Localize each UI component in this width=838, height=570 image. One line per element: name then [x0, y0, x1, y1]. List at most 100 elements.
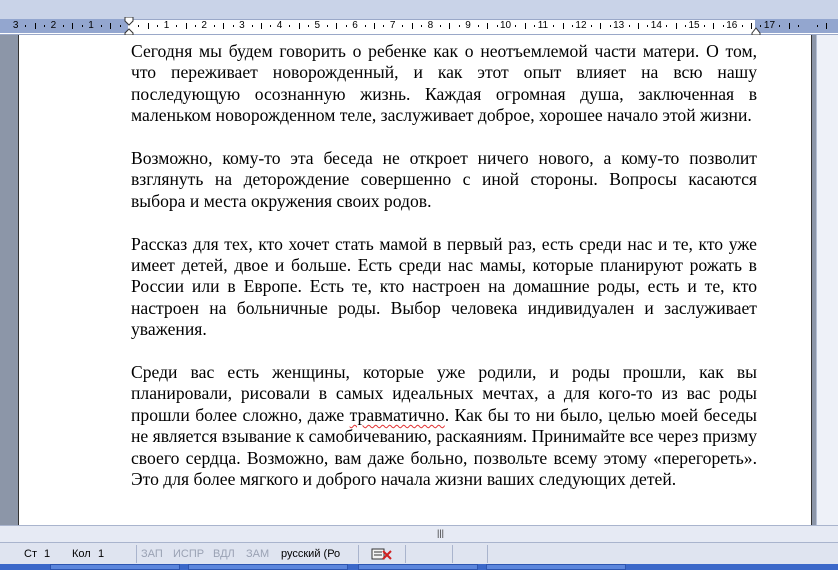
ruler-left-margin [0, 19, 128, 33]
status-track-changes[interactable]: ИСПР [173, 547, 204, 561]
taskbar[interactable] [0, 564, 838, 570]
ruler-tick-mark [72, 23, 73, 29]
paragraph-4[interactable]: Среди вас есть женщины, которые уже роди… [131, 362, 757, 490]
ruler-tick-mark [101, 25, 102, 27]
ruler-tick-label: 16 [726, 20, 738, 31]
ruler-tick-mark [742, 25, 743, 27]
paragraph-1[interactable]: Сегодня мы будем говорить о ребенке как … [131, 41, 757, 127]
ruler-tick-mark [723, 25, 724, 27]
ruler-tick-label: 13 [613, 20, 625, 31]
ruler-tick-mark [346, 25, 347, 27]
paragraph-3[interactable]: Рассказ для тех, кто хочет стать мамой в… [131, 234, 757, 341]
ruler-tick-mark [308, 25, 309, 27]
ruler-tick-mark [25, 25, 26, 27]
status-extend[interactable]: ВДЛ [213, 547, 235, 561]
ruler-tick-label: 12 [575, 20, 587, 31]
ruler-tick-mark [685, 25, 686, 27]
ruler-tick-mark [779, 25, 780, 27]
ruler-tick-mark [713, 23, 714, 29]
ruler-tick-mark [449, 23, 450, 29]
ruler-tick-label: 17 [763, 20, 776, 31]
ruler-tick-label: 2 [201, 20, 207, 31]
left-indent-marker-icon[interactable] [124, 17, 134, 35]
ruler-tick-label: 9 [465, 20, 471, 31]
page-label: Ст [24, 548, 37, 560]
ruler-tick-mark [289, 25, 290, 27]
ruler-tick-mark [120, 25, 121, 27]
ruler-tick-label: 3 [239, 20, 245, 31]
ruler-tick-label: 7 [389, 20, 396, 31]
misspelled-word[interactable]: травматично [350, 405, 445, 425]
ruler-tick-mark [421, 25, 422, 27]
ruler-tick-mark [252, 25, 253, 27]
status-rec[interactable]: ЗАП [141, 547, 163, 561]
ruler-tick-mark [534, 25, 535, 27]
ruler-tick-mark [600, 23, 601, 29]
ruler-tick-mark [826, 23, 827, 29]
ruler-tick-label: 11 [537, 20, 549, 31]
ruler-tick-mark [383, 25, 384, 27]
ruler-tick-mark [572, 25, 573, 27]
ruler-tick-mark [629, 25, 630, 27]
ruler-tick-mark [563, 23, 564, 29]
column-number: 1 [98, 548, 105, 560]
ruler-tick-label: 1 [163, 20, 170, 31]
ruler-tick-mark [525, 23, 526, 29]
status-divider [358, 545, 359, 563]
ruler-tick-mark [44, 25, 45, 27]
document-text[interactable]: Сегодня мы будем говорить о ребенке как … [131, 41, 757, 512]
status-divider [136, 545, 137, 563]
document-page[interactable]: Сегодня мы будем говорить о ребенке как … [18, 35, 812, 525]
ruler-tick-mark [138, 25, 139, 27]
ruler-tick-mark [270, 25, 271, 27]
ruler-tick-mark [327, 25, 328, 27]
ruler-tick-label: 2 [50, 20, 57, 31]
ruler-tick-label: 3 [12, 20, 19, 31]
vertical-scrollbar[interactable] [816, 35, 838, 525]
ruler-tick-mark [63, 25, 64, 27]
status-bar: Ст 1 Кол 1 ЗАП ИСПР ВДЛ ЗАМ русский (Ро [0, 542, 838, 565]
ruler-tick-label: 14 [650, 20, 662, 31]
horizontal-scrollbar[interactable]: ||| [0, 525, 838, 542]
ruler-tick-mark [676, 23, 677, 29]
ruler-tick-mark [440, 25, 441, 27]
column-label: Кол [72, 548, 91, 560]
horizontal-ruler[interactable]: 3 2 1 1 2 3 4 5 6 7 8 9 10 11 12 13 14 15 16 17 [0, 0, 838, 35]
ruler-tick-label: 8 [427, 20, 434, 31]
ruler-tick-mark [412, 23, 413, 29]
ruler-tick-mark [666, 25, 667, 27]
ruler-tick-mark [35, 23, 36, 29]
taskbar-button[interactable] [358, 564, 478, 570]
ruler-tick-mark [789, 23, 790, 29]
ruler-tick-mark [261, 23, 262, 29]
ruler-tick-mark [459, 25, 460, 27]
ruler-tick-label: 5 [314, 20, 321, 31]
paragraph-2[interactable]: Возможно, кому-то эта беседа не откроет … [131, 148, 757, 212]
right-indent-marker-icon[interactable] [751, 17, 761, 35]
page-number: 1 [44, 548, 51, 560]
taskbar-button[interactable] [50, 564, 180, 570]
ruler-tick-mark [336, 23, 337, 29]
ruler-tick-label: 1 [88, 20, 94, 31]
ruler-tick-mark [798, 25, 799, 27]
scroll-grip-icon[interactable]: ||| [437, 529, 447, 538]
ruler-tick-mark [176, 25, 177, 27]
status-divider [452, 545, 453, 563]
ruler-tick-mark [82, 25, 83, 27]
ruler-tick-mark [223, 23, 224, 29]
taskbar-button[interactable] [486, 564, 626, 570]
status-overtype[interactable]: ЗАМ [246, 547, 269, 561]
ruler-tick-mark [704, 25, 705, 27]
ruler-tick-mark [214, 25, 215, 27]
ruler-tick-mark [157, 25, 158, 27]
ruler-tick-mark [817, 25, 818, 27]
ruler-tick-label: 15 [688, 20, 700, 31]
ruler-tick-mark [610, 25, 611, 27]
ruler-tick-label: 10 [500, 20, 512, 31]
spelling-status-icon[interactable] [371, 547, 393, 561]
ruler-tick-mark [195, 25, 196, 27]
ruler-tick-mark [591, 25, 592, 27]
status-divider [487, 545, 488, 563]
status-language[interactable]: русский (Ро [281, 547, 340, 561]
taskbar-button[interactable] [188, 564, 348, 570]
